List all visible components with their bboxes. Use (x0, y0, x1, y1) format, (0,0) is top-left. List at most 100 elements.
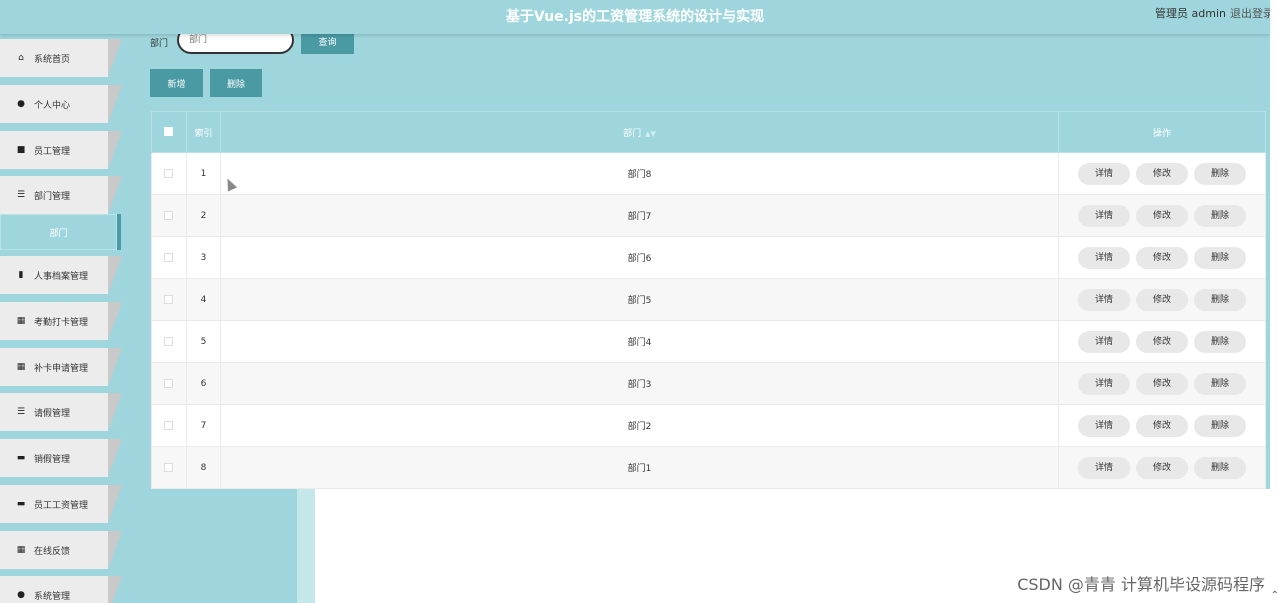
edit-button[interactable]: 修改 (1136, 246, 1189, 269)
row-checkbox[interactable] (164, 252, 174, 262)
sidebar-item-label: 系统管理 (34, 591, 71, 602)
edit-button[interactable]: 修改 (1136, 288, 1189, 311)
select-all-checkbox[interactable] (164, 127, 174, 136)
sidebar-item-leave-cancel[interactable]: ▬ 销假管理 (0, 439, 122, 477)
current-user: 管理员 admin (1155, 7, 1226, 20)
header-select-all[interactable] (151, 111, 187, 153)
header-ops: 操作 (1058, 111, 1266, 153)
detail-button[interactable]: 详情 (1078, 162, 1131, 185)
row-select (151, 278, 187, 321)
edit-button[interactable]: 修改 (1136, 414, 1189, 437)
sidebar-item-label: 补卡申请管理 (34, 363, 89, 374)
sidebar-item-label: 员工管理 (34, 146, 71, 157)
edit-button[interactable]: 修改 (1136, 372, 1189, 395)
grid-icon: ▦ (16, 362, 26, 372)
edit-button[interactable]: 修改 (1136, 330, 1189, 353)
row-checkbox[interactable] (164, 462, 174, 472)
monitor-icon: ▬ (16, 453, 26, 463)
add-button[interactable]: 新增 (150, 69, 203, 97)
briefcase-icon: ■ (16, 145, 26, 155)
sidebar-item-feedback[interactable]: ▦ 在线反馈 (0, 531, 122, 569)
row-select (151, 194, 187, 237)
edit-button[interactable]: 修改 (1136, 204, 1189, 227)
detail-button[interactable]: 详情 (1078, 330, 1131, 353)
sidebar-item-label: 个人中心 (34, 100, 71, 111)
sidebar-item-system[interactable]: ● 系统管理 (0, 576, 122, 603)
detail-button[interactable]: 详情 (1078, 456, 1131, 479)
row-index: 1 (185, 152, 221, 195)
sidebar-item-label: 销假管理 (34, 454, 71, 465)
batch-delete-button[interactable]: 删除 (210, 69, 262, 97)
table-header-row: 索引 部门 ▲▼ 操作 (151, 111, 1266, 153)
row-checkbox[interactable] (164, 294, 174, 304)
edit-button[interactable]: 修改 (1136, 456, 1189, 479)
sidebar: ⌂ 系统首页 ● 个人中心 ■ 员工管理 ☰ 部门管理 部门 ▮ 人事档案管理 ▦ 考勤打卡… (0, 34, 123, 603)
row-actions: 详情 修改 删除 (1058, 320, 1266, 363)
header-department[interactable]: 部门 ▲▼ (219, 111, 1060, 153)
detail-button[interactable]: 详情 (1078, 246, 1131, 269)
decor-stripe (297, 489, 315, 603)
delete-button[interactable]: 删除 (1194, 162, 1247, 185)
sidebar-item-employees[interactable]: ■ 员工管理 (0, 131, 122, 169)
table-row: 8 部门1 详情 修改 删除 (151, 446, 1266, 489)
row-checkbox[interactable] (164, 336, 174, 346)
row-index: 5 (185, 320, 221, 363)
detail-button[interactable]: 详情 (1078, 204, 1131, 227)
sidebar-item-home[interactable]: ⌂ 系统首页 (0, 39, 122, 77)
logout-link[interactable]: 退出登录 (1230, 5, 1270, 21)
main-content: 部门 查询 新增 删除 索引 部门▲▼ 操作 1 部门8 详情修改删除 2 部门… (123, 26, 1270, 603)
sidebar-item-hr-records[interactable]: ▮ 人事档案管理 (0, 256, 122, 294)
row-checkbox[interactable] (164, 168, 174, 178)
detail-button[interactable]: 详情 (1078, 288, 1131, 311)
sidebar-subitem-department[interactable]: 部门 (0, 214, 121, 250)
row-checkbox[interactable] (164, 378, 174, 388)
row-actions: 详情 修改 删除 (1058, 152, 1266, 195)
delete-button[interactable]: 删除 (1194, 330, 1247, 353)
pin-icon: ● (17, 590, 25, 600)
row-department: 部门2 (219, 404, 1060, 447)
row-department: 部门5 (219, 278, 1060, 321)
row-select (151, 320, 187, 363)
row-index: 2 (185, 194, 221, 237)
row-department: 部门4 (219, 320, 1060, 363)
row-index: 4 (185, 278, 221, 321)
delete-button[interactable]: 删除 (1194, 372, 1247, 395)
delete-button[interactable]: 删除 (1194, 288, 1247, 311)
table-row: 5 部门4 详情 修改 删除 (151, 320, 1266, 363)
delete-button[interactable]: 删除 (1194, 246, 1247, 269)
row-checkbox[interactable] (164, 420, 174, 430)
delete-button[interactable]: 删除 (1194, 414, 1247, 437)
row-actions: 详情 修改 删除 (1058, 194, 1266, 237)
delete-button[interactable]: 删除 (1194, 204, 1247, 227)
grid-icon: ▦ (16, 316, 26, 326)
row-department: 部门8 (219, 152, 1060, 195)
edit-button[interactable]: 修改 (1136, 162, 1189, 185)
sidebar-item-label: 请假管理 (34, 408, 71, 419)
sidebar-item-profile[interactable]: ● 个人中心 (0, 85, 122, 123)
sidebar-item-makeup-punch[interactable]: ▦ 补卡申请管理 (0, 348, 122, 386)
watermark: CSDN @青青 计算机毕设源码程序 (1017, 575, 1265, 594)
row-department: 部门1 (219, 446, 1060, 489)
sidebar-item-departments[interactable]: ☰ 部门管理 (0, 176, 122, 214)
sidebar-item-label: 部门管理 (34, 191, 71, 202)
sidebar-item-salary[interactable]: ▬ 员工工资管理 (0, 485, 122, 523)
scroll-up-icon[interactable]: ⌃ (1271, 590, 1279, 601)
row-index: 3 (185, 236, 221, 279)
delete-button[interactable]: 删除 (1194, 456, 1247, 479)
decor-stripe (123, 489, 271, 603)
table-row: 2 部门7 详情 修改 删除 (151, 194, 1266, 237)
table-row: 7 部门2 详情 修改 删除 (151, 404, 1266, 447)
sidebar-item-leave[interactable]: ☰ 请假管理 (0, 393, 122, 431)
row-select (151, 404, 187, 447)
sidebar-item-attendance[interactable]: ▦ 考勤打卡管理 (0, 302, 122, 340)
sidebar-item-label: 员工工资管理 (34, 500, 89, 511)
table-row: 3 部门6 详情 修改 删除 (151, 236, 1266, 279)
detail-button[interactable]: 详情 (1078, 414, 1131, 437)
list-icon: ☰ (16, 190, 26, 200)
sort-icon[interactable]: ▲▼ (645, 130, 656, 138)
card-icon: ▬ (16, 499, 26, 509)
row-checkbox[interactable] (164, 210, 174, 220)
row-select (151, 236, 187, 279)
row-department: 部门3 (219, 362, 1060, 405)
detail-button[interactable]: 详情 (1078, 372, 1131, 395)
